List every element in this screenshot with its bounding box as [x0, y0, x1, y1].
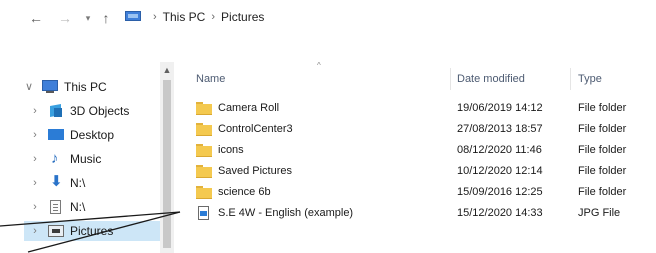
- sidebar-item-pictures[interactable]: › Pictures: [24, 221, 160, 241]
- address-bar[interactable]: › This PC › Pictures: [122, 6, 656, 28]
- forward-arrow-icon[interactable]: →: [57, 9, 73, 27]
- file-name: science 6b: [218, 186, 271, 198]
- collapsed-chevron-icon[interactable]: ›: [30, 101, 40, 121]
- scroll-up-arrow-icon[interactable]: ▲: [160, 62, 174, 78]
- collapsed-chevron-icon[interactable]: ›: [30, 197, 40, 217]
- folder-icon: [196, 144, 212, 157]
- download-drive-icon: ⬇: [50, 173, 63, 190]
- file-type: File folder: [578, 144, 627, 156]
- file-row[interactable]: ControlCenter3 27/08/2013 18:57 File fol…: [190, 119, 656, 140]
- sidebar-item-label: N:\: [70, 200, 86, 214]
- 3d-objects-icon: [48, 104, 64, 118]
- file-date-modified: 19/06/2019 14:12: [457, 102, 543, 114]
- computer-icon: [125, 11, 141, 23]
- collapsed-chevron-icon[interactable]: ›: [30, 149, 40, 169]
- file-row[interactable]: Camera Roll 19/06/2019 14:12 File folder: [190, 98, 656, 119]
- breadcrumb-separator: ›: [153, 11, 157, 23]
- breadcrumb-separator: ›: [211, 11, 216, 23]
- folder-icon: [196, 165, 212, 178]
- file-type: File folder: [578, 123, 627, 135]
- column-header-date-modified[interactable]: Date modified: [457, 68, 525, 90]
- file-type: File folder: [578, 186, 627, 198]
- column-divider[interactable]: [450, 68, 451, 90]
- expanded-chevron-icon[interactable]: ∨: [24, 77, 34, 97]
- desktop-icon: [48, 128, 64, 142]
- up-arrow-icon[interactable]: ↑: [99, 9, 113, 27]
- sidebar-item-this-pc[interactable]: ∨ This PC: [24, 77, 160, 97]
- sidebar-item-3d-objects[interactable]: › 3D Objects: [30, 101, 160, 121]
- folder-icon: [196, 123, 212, 136]
- file-type: JPG File: [578, 207, 621, 219]
- navigation-bar: ← → ▾ ↑ › This PC › Pictures: [0, 0, 656, 38]
- file-type: File folder: [578, 165, 627, 177]
- navigation-pane-scrollbar[interactable]: ▲: [160, 62, 174, 253]
- collapsed-chevron-icon[interactable]: ›: [30, 125, 40, 145]
- pictures-icon: [48, 224, 64, 238]
- file-name: ControlCenter3: [218, 123, 293, 135]
- recent-locations-chevron-icon[interactable]: ▾: [83, 9, 93, 27]
- sidebar-item-label: This PC: [64, 80, 107, 94]
- sidebar-item-label: Pictures: [70, 224, 114, 238]
- file-name: icons: [218, 144, 244, 156]
- file-name: S.E 4W - English (example): [218, 207, 354, 219]
- collapsed-chevron-icon[interactable]: ›: [30, 221, 40, 241]
- file-type: File folder: [578, 102, 627, 114]
- collapsed-chevron-icon[interactable]: ›: [30, 173, 40, 193]
- file-row[interactable]: Saved Pictures 10/12/2020 12:14 File fol…: [190, 161, 656, 182]
- scrollbar-thumb[interactable]: [163, 80, 171, 248]
- file-date-modified: 08/12/2020 11:46: [457, 144, 542, 156]
- sort-indicator-icon: ^: [317, 61, 321, 70]
- sidebar-item-label: N:\: [70, 176, 86, 190]
- breadcrumb-this-pc[interactable]: This PC: [163, 10, 206, 24]
- folder-icon: [196, 102, 212, 115]
- column-divider[interactable]: [570, 68, 571, 90]
- file-name: Saved Pictures: [218, 165, 292, 177]
- folder-icon: [196, 186, 212, 199]
- sidebar-item-label: 3D Objects: [70, 104, 130, 118]
- file-date-modified: 10/12/2020 12:14: [457, 165, 543, 177]
- computer-icon: [42, 80, 58, 94]
- sidebar-item-n-drive[interactable]: › N:\: [30, 197, 160, 217]
- file-date-modified: 15/09/2016 12:25: [457, 186, 543, 198]
- file-name: Camera Roll: [218, 102, 280, 114]
- breadcrumb-pictures[interactable]: Pictures: [221, 10, 264, 24]
- image-file-icon: [196, 206, 212, 220]
- sidebar-item-label: Desktop: [70, 128, 115, 142]
- file-date-modified: 15/12/2020 14:33: [457, 207, 543, 219]
- back-arrow-icon[interactable]: ←: [28, 9, 44, 27]
- sidebar-item-music[interactable]: › ♪ Music: [30, 149, 160, 169]
- file-row[interactable]: icons 08/12/2020 11:46 File folder: [190, 140, 656, 161]
- music-icon: ♪: [51, 150, 59, 167]
- drive-icon: [48, 200, 64, 214]
- file-row[interactable]: science 6b 15/09/2016 12:25 File folder: [190, 182, 656, 203]
- column-header-name[interactable]: Name: [196, 68, 225, 90]
- navigation-pane: ∨ This PC › 3D Objects › Desktop › ♪ Mus…: [0, 38, 174, 253]
- sidebar-item-desktop[interactable]: › Desktop: [30, 125, 160, 145]
- sidebar-item-label: Music: [70, 152, 102, 166]
- file-row[interactable]: S.E 4W - English (example) 15/12/2020 14…: [190, 203, 656, 224]
- column-header-type[interactable]: Type: [578, 68, 602, 90]
- file-date-modified: 27/08/2013 18:57: [457, 123, 543, 135]
- sidebar-item-n-drive-downloads[interactable]: › ⬇ N:\: [30, 173, 160, 193]
